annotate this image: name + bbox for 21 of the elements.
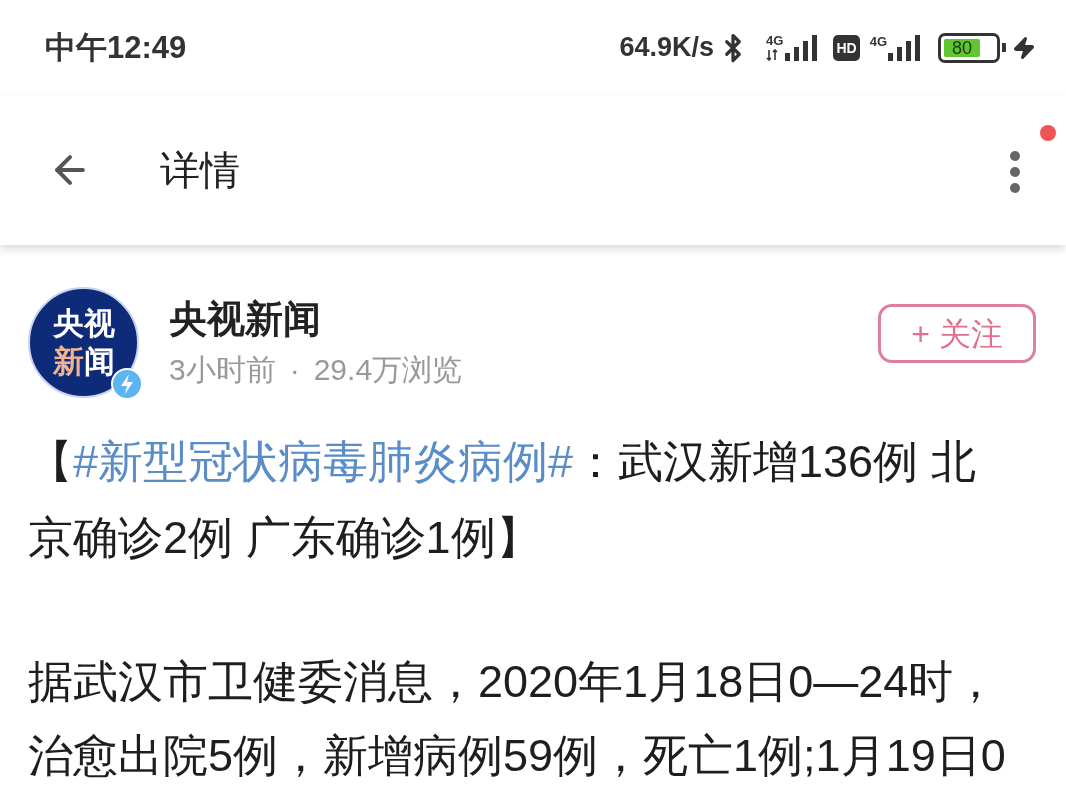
signal-icon	[888, 34, 922, 61]
view-count: 29.4万浏览	[313, 355, 463, 385]
network-speed: 64.9K/s	[619, 34, 715, 61]
logo-text: 闻	[83, 342, 115, 381]
post-time: 3小时前	[169, 355, 276, 385]
network-type: 4G	[869, 34, 887, 48]
battery-percentage: 80	[944, 38, 981, 57]
signal-icon	[785, 35, 820, 61]
follow-button[interactable]: + 关注	[878, 304, 1036, 363]
logo-text: 央视	[52, 304, 115, 343]
post-headline: 【#新型冠状病毒肺炎病例#：武汉新增136例 北京确诊2例 广东确诊1例】	[28, 435, 977, 565]
page-title: 详情	[160, 150, 240, 190]
hd-badge: HD	[833, 34, 860, 61]
hashtag-link[interactable]: #新型冠状病毒肺炎病例#	[73, 436, 574, 487]
post-paragraph: 据武汉市卫健委消息，2020年1月18日0—24时，治愈出院5例，新增病例59例，死亡1例;1月19日0	[28, 655, 1007, 783]
logo-text: 新	[52, 342, 84, 381]
network-type: 4G	[766, 34, 784, 47]
separator-dot: ·	[289, 355, 300, 385]
status-time: 中午12:49	[45, 32, 187, 63]
channel-name: 央视新闻	[169, 297, 322, 341]
data-arrows-icon	[766, 49, 779, 61]
